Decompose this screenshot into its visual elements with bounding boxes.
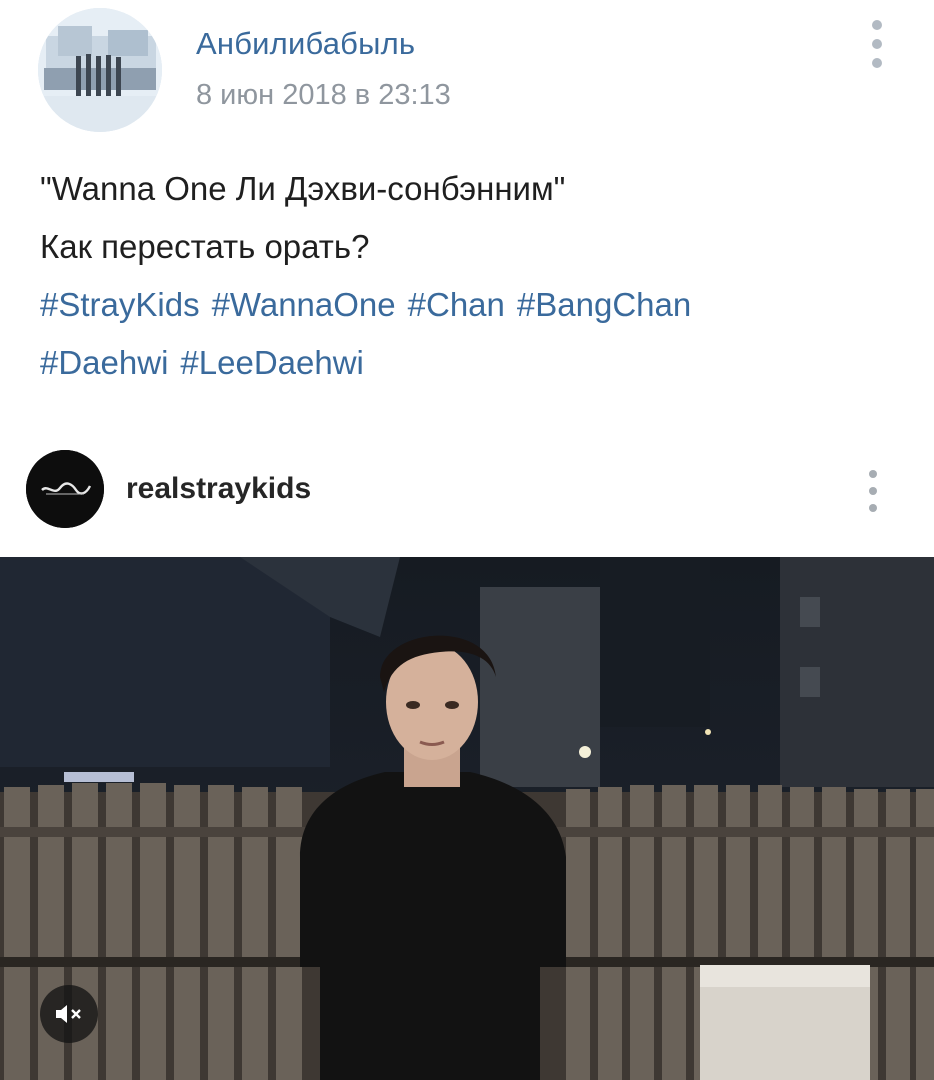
post-text-line: "Wanna One Ли Дэхви-сонбэнним": [40, 170, 566, 207]
hashtag-link[interactable]: #WannaOne: [212, 286, 396, 323]
embed-more-icon[interactable]: [863, 470, 883, 512]
hashtag-link[interactable]: #Daehwi: [40, 344, 168, 381]
post-date[interactable]: 8 июн 2018 в 23:13: [196, 79, 451, 112]
post-more-icon[interactable]: [864, 20, 890, 68]
embed-username[interactable]: realstraykids: [126, 472, 311, 506]
hashtags-row: #StrayKids #WannaOne #Chan #BangChan: [40, 276, 900, 334]
hashtag-link[interactable]: #Chan: [408, 286, 505, 323]
mute-button[interactable]: [40, 985, 98, 1043]
hashtag-link[interactable]: #LeeDaehwi: [180, 344, 363, 381]
speaker-muted-icon: [56, 1005, 81, 1023]
post-header: Анбилибабыль 8 июн 2018 в 23:13: [0, 0, 934, 140]
embed-avatar[interactable]: [26, 450, 104, 528]
post-text-line: Как перестать орать?: [40, 228, 370, 265]
hashtags-row: #Daehwi #LeeDaehwi: [40, 334, 900, 392]
stray-kids-logo-icon: [26, 450, 104, 528]
avatar-image: [38, 8, 162, 132]
author-avatar[interactable]: [38, 8, 162, 132]
hashtag-link[interactable]: #StrayKids: [40, 286, 200, 323]
video-frame: [0, 557, 934, 1080]
embed-header: realstraykids: [0, 446, 934, 556]
post-text: "Wanna One Ли Дэхви-сонбэнним" Как перес…: [40, 160, 900, 392]
hashtag-link[interactable]: #BangChan: [517, 286, 691, 323]
author-name[interactable]: Анбилибабыль: [196, 26, 415, 62]
embedded-video[interactable]: [0, 557, 934, 1080]
